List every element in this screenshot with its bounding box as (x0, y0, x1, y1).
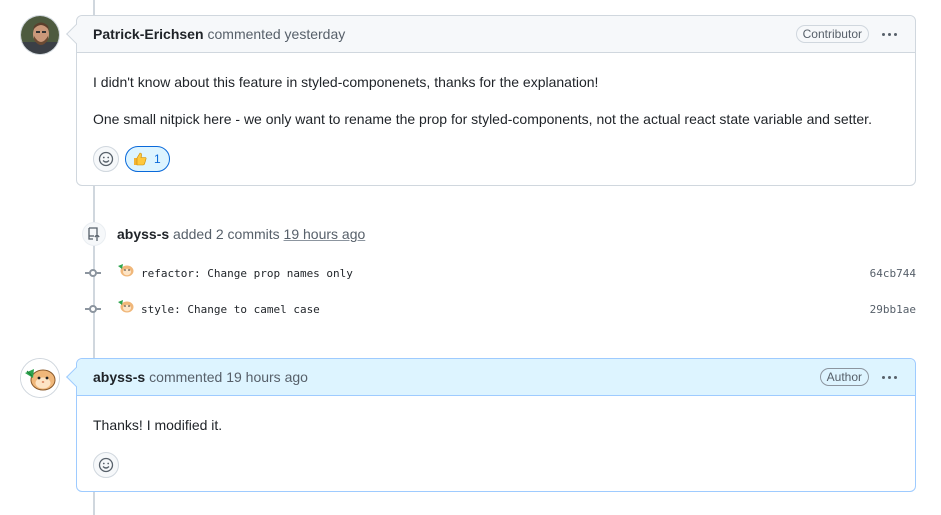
commit-sha-link[interactable]: 64cb744 (870, 267, 916, 280)
comment-paragraph: One small nitpick here - we only want to… (93, 111, 872, 127)
commit-message-link[interactable]: refactor: Change prop names only (141, 267, 353, 280)
push-icon (82, 222, 106, 246)
smiley-icon (98, 457, 114, 473)
commit-row: style: Change to camel case 29bb1ae (84, 300, 916, 318)
commit-author-avatar[interactable] (118, 263, 134, 277)
thumbs-up-count: 1 (154, 152, 161, 166)
event-author[interactable]: abyss-s (117, 226, 169, 242)
contributor-badge: Contributor (795, 25, 869, 43)
add-reaction-button[interactable] (93, 146, 119, 172)
push-event: abyss-s added 2 commits 19 hours ago (82, 219, 922, 249)
add-reaction-button[interactable] (93, 452, 119, 478)
reactions-bar: 1 (77, 146, 915, 172)
thumbs-up-reaction-button[interactable]: 1 (125, 146, 170, 172)
commit-node-icon (84, 264, 102, 282)
event-time-link[interactable]: 19 hours ago (284, 226, 366, 242)
kebab-icon[interactable] (879, 375, 899, 379)
author-badge: Author (819, 368, 869, 386)
comment-author[interactable]: abyss-s (93, 369, 145, 385)
thumbs-up-icon (134, 152, 147, 166)
patrick-avatar[interactable] (20, 15, 60, 55)
kebab-icon[interactable] (879, 32, 899, 36)
commit-message-link[interactable]: style: Change to camel case (141, 303, 320, 316)
comment-timestamp[interactable]: commented 19 hours ago (149, 369, 308, 385)
comment-header: abyss-s commented 19 hours ago Author (77, 359, 915, 396)
commit-sha-link[interactable]: 29bb1ae (870, 303, 916, 316)
event-action: added 2 commits (173, 226, 280, 242)
smiley-icon (98, 151, 114, 167)
reactions-bar (77, 452, 915, 478)
commit-author-avatar[interactable] (118, 299, 134, 313)
comment-body: Thanks! I modified it. (77, 396, 915, 435)
comment-author[interactable]: Patrick-Erichsen (93, 26, 204, 42)
comment-paragraph: I didn't know about this feature in styl… (93, 74, 599, 90)
comment-abyss: abyss-s commented 19 hours ago Author Th… (66, 358, 916, 492)
comment-timestamp[interactable]: commented yesterday (208, 26, 346, 42)
commit-row: refactor: Change prop names only 64cb744 (84, 264, 916, 282)
comment-paragraph: Thanks! I modified it. (93, 417, 223, 433)
event-text: abyss-s added 2 commits 19 hours ago (117, 226, 365, 242)
comment-header: Patrick-Erichsen commented yesterday Con… (77, 16, 915, 53)
abyss-avatar[interactable] (20, 358, 60, 398)
comment-patrick: Patrick-Erichsen commented yesterday Con… (66, 15, 916, 186)
commit-node-icon (84, 300, 102, 318)
comment-body: I didn't know about this feature in styl… (77, 53, 915, 129)
